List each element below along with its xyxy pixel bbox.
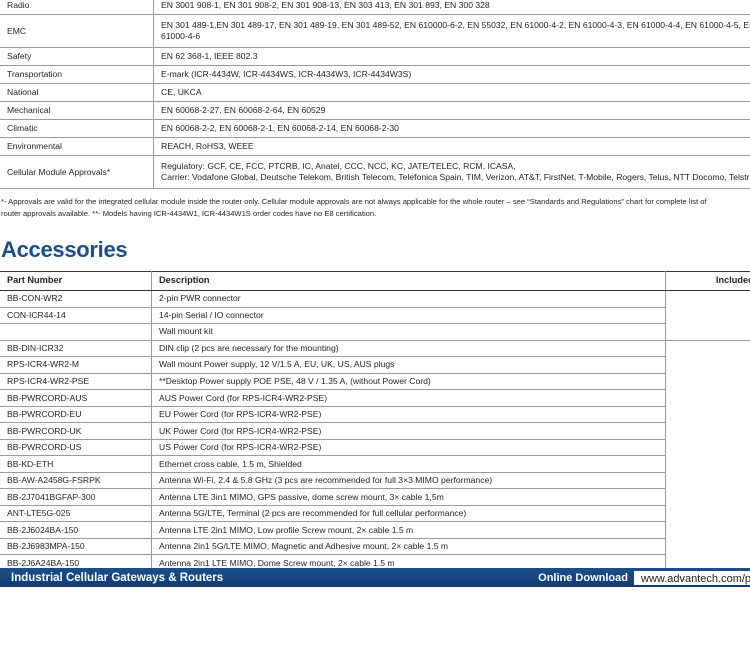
spec-label: Environmental (0, 137, 154, 156)
cell-part-number: BB-PWRCORD-US (0, 438, 152, 457)
table-row: BB-PWRCORD-AUS AUS Power Cord (for RPS-I… (0, 389, 750, 407)
spec-label: Climatic (0, 119, 154, 138)
column-header-description: Description (151, 270, 666, 292)
cell-description: 2-pin PWR connector (151, 290, 666, 308)
table-row: RPS-ICR4-WR2-PSE **Desktop Power supply … (0, 372, 750, 391)
cell-description: EU Power Cord (for RPS-ICR4-WR2-PSE) (151, 405, 666, 424)
cell-part-number: BB-2J7041BGFAP-300 (0, 488, 152, 506)
online-download-url[interactable]: www.advantech.com/products (634, 570, 750, 585)
cell-description: 14-pin Serial / IO connector (151, 306, 666, 325)
cell-part-number: BB-PWRCORD-AUS (0, 389, 152, 407)
cell-part-number: BB-PWRCORD-EU (0, 405, 152, 424)
cell-part-number: RPS-ICR4-WR2-PSE (0, 372, 152, 391)
footer-bar: Industrial Cellular Gateways & Routers O… (0, 568, 750, 587)
cell-description: Wall mount kit (151, 323, 666, 341)
spec-value-carrier: Carrier: Vodafone Global, Deutsche Telek… (161, 172, 750, 182)
table-row: Wall mount kit (0, 323, 750, 341)
table-row: Cellular Module Approvals* Regulatory: G… (0, 155, 750, 189)
specifications-table-body: Radio EN 3001 908-1, EN 301 908-2, EN 30… (0, 0, 750, 189)
table-row: Climatic EN 60068-2-2, EN 60068-2-1, EN … (0, 119, 750, 138)
cell-part-number: ANT-LTE5G-025 (0, 504, 152, 523)
spec-label: National (0, 83, 154, 102)
spec-value: REACH, RoHS3, WEEE (153, 137, 750, 156)
table-row: RPS-ICR4-WR2-M Wall mount Power supply, … (0, 356, 750, 374)
accessories-table-body: BB-CON-WR2 2-pin PWR connector ✓ CON-ICR… (0, 290, 750, 572)
cell-description: DIN clip (2 pcs are necessary for the mo… (151, 339, 666, 358)
table-row: BB-AW-A2458G-FSRPK Antenna Wi-Fi, 2.4 & … (0, 471, 750, 490)
cell-part-number: BB-2J6983MPA-150 (0, 537, 152, 556)
cell-part-number (0, 323, 152, 341)
specifications-footnote: *- Approvals are valid for the integrate… (0, 196, 750, 220)
cell-description: Wall mount Power supply, 12 V/1.5 A, EU,… (151, 356, 666, 374)
spec-value: EN 62 368-1, IEEE 802.3 (153, 47, 750, 66)
column-header-included: Included in the package (665, 270, 750, 292)
specifications-table: Radio EN 3001 908-1, EN 301 908-2, EN 30… (0, 0, 750, 189)
spec-label: Safety (0, 47, 154, 66)
table-row: Radio EN 3001 908-1, EN 301 908-2, EN 30… (0, 0, 750, 15)
footnote-line-2: router approvals available. **- Models h… (1, 208, 377, 218)
table-row: BB-2J7041BGFAP-300 Antenna LTE 3in1 MIMO… (0, 488, 750, 506)
datasheet-page: Radio EN 3001 908-1, EN 301 908-2, EN 30… (0, 0, 750, 590)
accessories-table-head: Part Number Description Included in the … (0, 270, 750, 292)
table-row: BB-PWRCORD-EU EU Power Cord (for RPS-ICR… (0, 405, 750, 424)
cell-part-number: RPS-ICR4-WR2-M (0, 356, 152, 374)
spec-value-regulatory: Regulatory: GCF, CE, FCC, PTCRB, IC, Ana… (161, 161, 516, 171)
table-row: Safety EN 62 368-1, IEEE 802.3 (0, 47, 750, 66)
cell-description: AUS Power Cord (for RPS-ICR4-WR2-PSE) (151, 389, 666, 407)
footer-title: Industrial Cellular Gateways & Routers (11, 571, 224, 584)
cell-description: Antenna 5G/LTE, Terminal (2 pcs are reco… (151, 504, 666, 523)
cell-included-package: ✓ (665, 290, 750, 341)
cell-part-number: BB-PWRCORD-UK (0, 422, 152, 440)
spec-value: CE, UKCA (153, 83, 750, 102)
cell-part-number: BB-2J6024BA-150 (0, 521, 152, 539)
spec-label: Cellular Module Approvals* (0, 155, 154, 189)
accessories-heading: Accessories (1, 236, 128, 262)
cell-part-number: BB-KD-ETH (0, 455, 152, 473)
table-header-row: Part Number Description Included in the … (0, 270, 750, 292)
table-row: BB-2J6024BA-150 Antenna LTE 2in1 MIMO, L… (0, 521, 750, 539)
spec-label: Mechanical (0, 101, 154, 120)
table-row: CON-ICR44-14 14-pin Serial / IO connecto… (0, 306, 750, 325)
spec-value-multiline: Regulatory: GCF, CE, FCC, PTCRB, IC, Ana… (153, 155, 750, 189)
table-row: Transportation E-mark (ICR-4434W, ICR-44… (0, 65, 750, 84)
spec-value: EN 301 489-1,EN 301 489-17, EN 301 489-1… (153, 14, 750, 48)
spec-value: EN 60068-2-2, EN 60068-2-1, EN 60068-2-1… (153, 119, 750, 138)
cell-part-number: BB-DIN-ICR32 (0, 339, 152, 358)
table-row: National CE, UKCA (0, 83, 750, 102)
online-download-label: Online Download (538, 571, 628, 584)
cell-description: Antenna Wi-Fi, 2.4 & 5.8 GHz (3 pcs are … (151, 471, 666, 490)
cell-description: US Power Cord (for RPS-ICR4-WR2-PSE) (151, 438, 666, 457)
cell-description: UK Power Cord (for RPS-ICR4-WR2-PSE) (151, 422, 666, 440)
table-row: BB-2J6983MPA-150 Antenna 2in1 5G/LTE MIM… (0, 537, 750, 556)
footer-download-group: Online Download www.advantech.com/produc… (538, 568, 750, 587)
cell-description: **Desktop Power supply POE PSE, 48 V / 1… (151, 372, 666, 391)
table-row: EMC EN 301 489-1,EN 301 489-17, EN 301 4… (0, 14, 750, 48)
table-row: BB-DIN-ICR32 DIN clip (2 pcs are necessa… (0, 339, 750, 572)
table-row: ANT-LTE5G-025 Antenna 5G/LTE, Terminal (… (0, 504, 750, 523)
table-row: BB-PWRCORD-US US Power Cord (for RPS-ICR… (0, 438, 750, 457)
cell-description: Antenna LTE 3in1 MIMO, GPS passive, dome… (151, 488, 666, 506)
cell-description: Antenna 2in1 5G/LTE MIMO, Magnetic and A… (151, 537, 666, 556)
table-row: BB-KD-ETH Ethernet cross cable, 1.5 m, S… (0, 455, 750, 473)
spec-value: EN 3001 908-1, EN 301 908-2, EN 301 908-… (153, 0, 750, 15)
accessories-table: Part Number Description Included in the … (0, 270, 750, 572)
cell-part-number: BB-AW-A2458G-FSRPK (0, 471, 152, 490)
column-header-part-number: Part Number (0, 270, 152, 292)
cell-description: Ethernet cross cable, 1.5 m, Shielded (151, 455, 666, 473)
footnote-line-1: *- Approvals are valid for the integrate… (1, 197, 707, 206)
spec-label: Radio (0, 0, 154, 15)
cell-included-optional: Optional (665, 339, 750, 572)
table-row: BB-CON-WR2 2-pin PWR connector ✓ (0, 290, 750, 341)
spec-label: Transportation (0, 65, 154, 84)
table-row: Mechanical EN 60068-2-27, EN 60068-2-64,… (0, 101, 750, 120)
spec-value: EN 60068-2-27, EN 60068-2-64, EN 60529 (153, 101, 750, 120)
spec-label: EMC (0, 14, 154, 48)
table-row: BB-PWRCORD-UK UK Power Cord (for RPS-ICR… (0, 422, 750, 440)
cell-description: Antenna LTE 2in1 MIMO, Low profile Screw… (151, 521, 666, 539)
table-row: Environmental REACH, RoHS3, WEEE (0, 137, 750, 156)
spec-value: E-mark (ICR-4434W, ICR-4434WS, ICR-4434W… (153, 65, 750, 84)
cell-part-number: BB-CON-WR2 (0, 290, 152, 308)
cell-part-number: CON-ICR44-14 (0, 306, 152, 325)
